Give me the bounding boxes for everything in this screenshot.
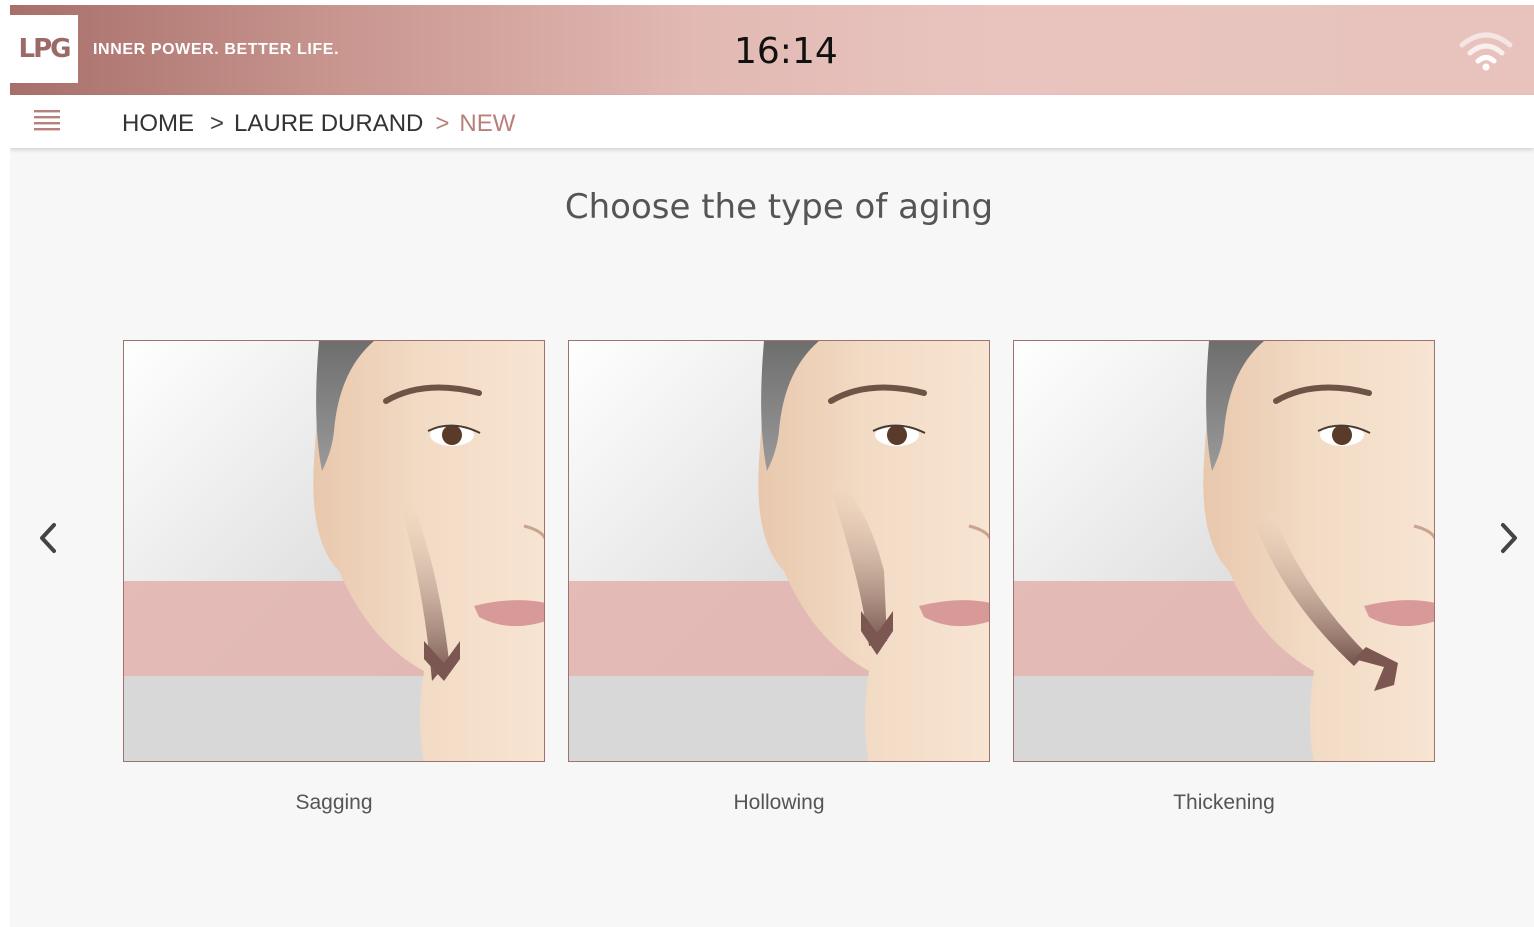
wifi-icon (1458, 29, 1514, 73)
breadcrumb-separator: > (435, 110, 450, 137)
breadcrumb-home[interactable]: HOME (122, 110, 194, 138)
aging-option-sagging[interactable] (123, 340, 545, 762)
brand-tagline: INNER POWER. BETTER LIFE. (93, 41, 340, 58)
chevron-left-icon[interactable] (30, 515, 66, 561)
aging-option-hollowing[interactable] (568, 340, 990, 762)
hamburger-menu-icon[interactable] (30, 105, 64, 137)
app-screen: LPG INNER POWER. BETTER LIFE. 16:14 HOME… (10, 5, 1534, 927)
breadcrumb-current: NEW (459, 110, 516, 137)
aging-option-label: Hollowing (733, 791, 825, 814)
page-title: Choose the type of aging (564, 187, 994, 227)
aging-option-label: Thickening (1173, 791, 1275, 814)
aging-option-label: Sagging (295, 791, 373, 814)
brand-logo[interactable]: LPG (10, 15, 78, 83)
chevron-right-icon[interactable] (1491, 515, 1527, 561)
face-sagging-illustration (124, 341, 544, 761)
clock: 16:14 (734, 31, 838, 72)
face-thickening-illustration (1014, 341, 1434, 761)
top-header: LPG INNER POWER. BETTER LIFE. 16:14 (10, 5, 1534, 95)
breadcrumb-separator: > (210, 110, 225, 137)
breadcrumb: HOME > LAURE DURAND > NEW (122, 110, 515, 138)
breadcrumb-client[interactable]: LAURE DURAND (234, 110, 423, 138)
aging-option-thickening[interactable] (1013, 340, 1435, 762)
breadcrumb-bar: HOME > LAURE DURAND > NEW (10, 95, 1534, 148)
face-hollowing-illustration (569, 341, 989, 761)
logo-text: LPG (18, 34, 72, 64)
